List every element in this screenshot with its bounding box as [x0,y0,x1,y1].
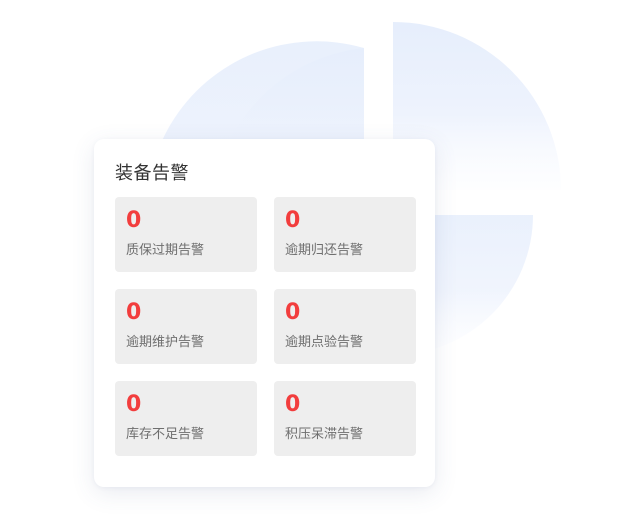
alert-illustration: 装备告警 0 质保过期告警 0 逾期归还告警 0 逾期维护告警 0 逾期点验告警… [0,0,640,520]
alert-label: 积压呆滞告警 [285,427,364,442]
card-title: 装备告警 [115,163,189,184]
alert-label: 库存不足告警 [126,427,205,442]
alert-count: 0 [126,208,142,233]
alert-label: 逾期维护告警 [126,335,205,350]
equipment-alert-card: 装备告警 0 质保过期告警 0 逾期归还告警 0 逾期维护告警 0 逾期点验告警… [94,139,435,487]
alert-count: 0 [126,392,142,417]
alert-tile-overdue-return[interactable]: 0 逾期归还告警 [274,197,416,272]
alert-label: 逾期归还告警 [285,243,364,258]
alert-count: 0 [285,208,301,233]
alert-count: 0 [285,300,301,325]
alert-tile-overdue-inspection[interactable]: 0 逾期点验告警 [274,289,416,364]
alert-tile-low-stock[interactable]: 0 库存不足告警 [115,381,257,456]
alert-label: 逾期点验告警 [285,335,364,350]
alert-count: 0 [126,300,142,325]
alert-tile-overdue-maintenance[interactable]: 0 逾期维护告警 [115,289,257,364]
alert-label: 质保过期告警 [126,243,205,258]
alert-count: 0 [285,392,301,417]
alert-tile-warranty-expired[interactable]: 0 质保过期告警 [115,197,257,272]
alert-tile-stagnant-stock[interactable]: 0 积压呆滞告警 [274,381,416,456]
